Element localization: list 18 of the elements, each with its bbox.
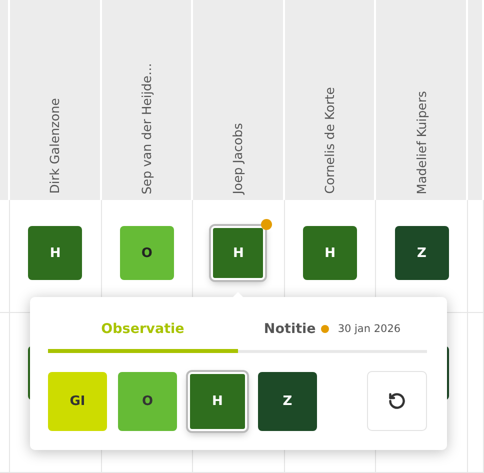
reset-button[interactable]	[367, 371, 427, 431]
score-option-button[interactable]: Z	[258, 372, 317, 430]
score-option-button[interactable]: GI	[48, 372, 107, 430]
popover-tab[interactable]: Notitie 30 jan 2026	[238, 309, 427, 353]
student-name: Dirk Galenzone	[47, 98, 62, 194]
student-name: Sep van der Heijde…	[138, 62, 154, 194]
student-name: Madelief Kuipers	[414, 90, 429, 194]
score-option-button[interactable]: O	[118, 372, 177, 430]
score-tile[interactable]: H	[303, 226, 358, 280]
score-tile[interactable]: O	[120, 226, 174, 280]
score-tile[interactable]: Z	[394, 226, 449, 280]
score-option-button[interactable]: H	[188, 372, 247, 430]
undo-icon	[388, 392, 406, 410]
student-name: Cornelis de Korte	[322, 87, 338, 194]
student-name: Joep Jacobs	[230, 122, 246, 194]
score-tile[interactable]: H	[28, 226, 82, 280]
score-tile[interactable]: H	[211, 226, 266, 280]
note-date: 30 jan 2026	[338, 323, 401, 335]
